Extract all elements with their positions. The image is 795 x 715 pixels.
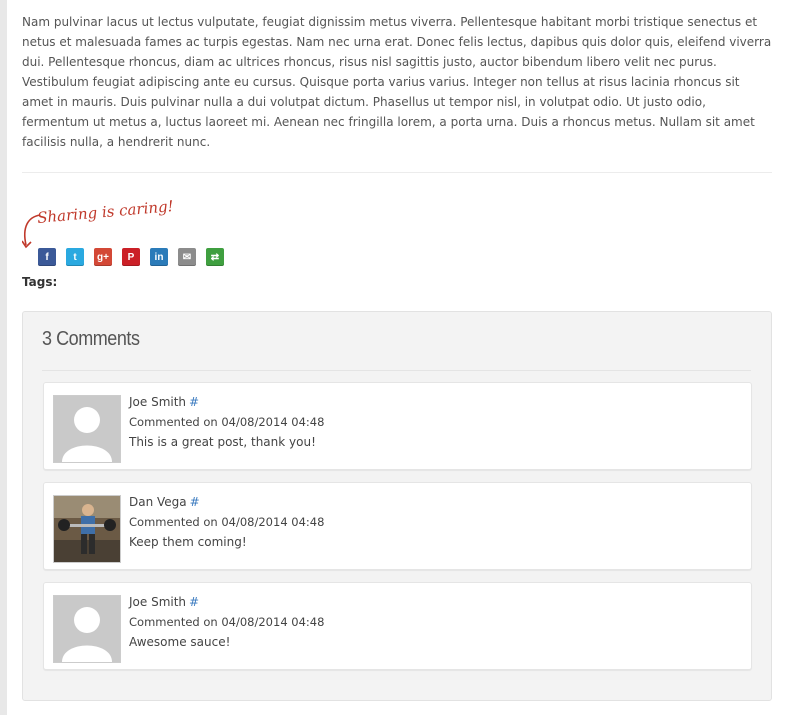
comment-date: Commented on 04/08/2014 04:48 bbox=[129, 615, 325, 629]
comments-divider bbox=[42, 370, 751, 371]
comment-item: Dan Vega # Commented on 04/08/2014 04:48 … bbox=[43, 482, 752, 570]
comment-body: This is a great post, thank you! bbox=[129, 435, 316, 449]
left-rail bbox=[0, 0, 7, 715]
sharing-section: Sharing is caring! f t g+ P in ✉ ⇄ bbox=[22, 197, 772, 275]
user-photo-avatar bbox=[54, 496, 120, 562]
post-divider bbox=[22, 172, 772, 173]
avatar bbox=[53, 495, 121, 563]
default-avatar-icon bbox=[54, 396, 120, 462]
more-sharing-icon[interactable]: ⇄ bbox=[206, 248, 224, 266]
comment-permalink[interactable]: # bbox=[189, 595, 199, 609]
comment-author[interactable]: Dan Vega bbox=[129, 495, 187, 509]
avatar bbox=[53, 395, 121, 463]
comment-body: Awesome sauce! bbox=[129, 635, 231, 649]
twitter-icon[interactable]: t bbox=[66, 248, 84, 266]
avatar bbox=[53, 595, 121, 663]
comment-permalink[interactable]: # bbox=[190, 495, 200, 509]
email-icon[interactable]: ✉ bbox=[178, 248, 196, 266]
comment-body: Keep them coming! bbox=[129, 535, 247, 549]
share-icons: f t g+ P in ✉ ⇄ bbox=[38, 248, 224, 266]
sharing-label: Sharing is caring! bbox=[36, 197, 175, 227]
comment-date: Commented on 04/08/2014 04:48 bbox=[129, 515, 325, 529]
comment-permalink[interactable]: # bbox=[189, 395, 199, 409]
comments-title: 3 Comments bbox=[42, 328, 140, 350]
comment-item: Joe Smith # Commented on 04/08/2014 04:48… bbox=[43, 582, 752, 670]
post-content: Nam pulvinar lacus ut lectus vulputate, … bbox=[22, 0, 772, 701]
comment-author[interactable]: Joe Smith bbox=[129, 595, 186, 609]
default-avatar-icon bbox=[54, 596, 120, 662]
comment-date: Commented on 04/08/2014 04:48 bbox=[129, 415, 325, 429]
comment-author[interactable]: Joe Smith bbox=[129, 395, 186, 409]
comment-item: Joe Smith # Commented on 04/08/2014 04:48… bbox=[43, 382, 752, 470]
linkedin-icon[interactable]: in bbox=[150, 248, 168, 266]
facebook-icon[interactable]: f bbox=[38, 248, 56, 266]
comments-section: 3 Comments Joe Smith # Commented on 04/08… bbox=[22, 311, 772, 701]
google-plus-icon[interactable]: g+ bbox=[94, 248, 112, 266]
tags-label: Tags: bbox=[22, 275, 58, 289]
pinterest-icon[interactable]: P bbox=[122, 248, 140, 266]
post-paragraph: Nam pulvinar lacus ut lectus vulputate, … bbox=[22, 15, 772, 149]
